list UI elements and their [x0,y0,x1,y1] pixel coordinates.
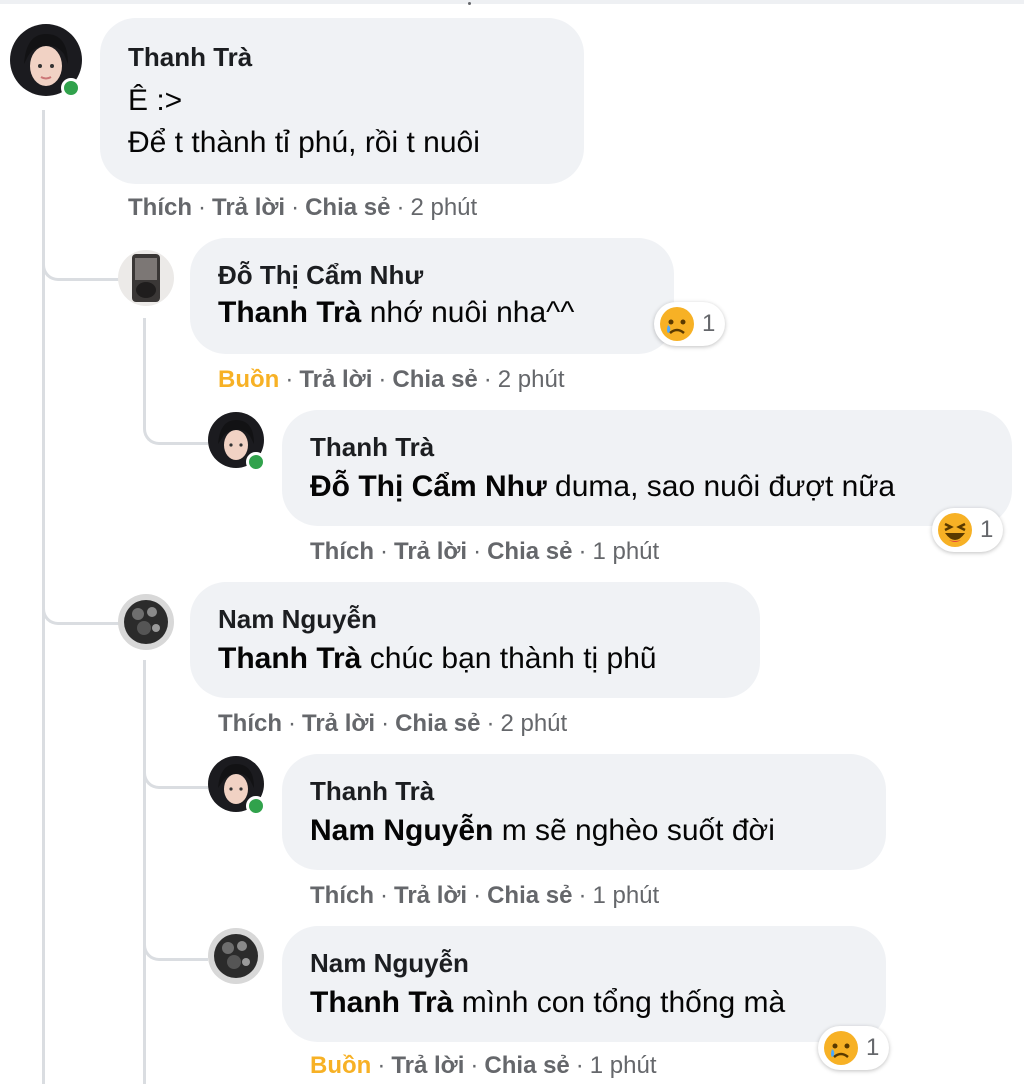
separator: · [285,366,294,393]
thread-connector [143,380,208,445]
online-status-icon [246,796,266,816]
comment-actions: Thích · Trả lời · Chia sẻ · 1 phút [310,882,659,910]
comment-text: Đỗ Thị Cẩm Như duma, sao nuôi đượt nữa [310,470,895,504]
share-button[interactable]: Chia sẻ [305,194,390,221]
comment-bubble [282,926,886,1042]
comment-text-content: nhớ nuôi nha^^ [361,296,575,329]
comment-text: Để t thành tỉ phú, rồi t nuôi [128,126,480,159]
share-button[interactable]: Chia sẻ [392,366,477,393]
mention-link[interactable]: Thanh Trà [218,296,361,329]
comment-actions: Thích · Trả lời · Chia sẻ · 2 phút [128,194,477,222]
comment-bubble [282,754,886,870]
share-button[interactable]: Chia sẻ [484,1052,569,1079]
reaction-summary[interactable]: 1 [818,1026,890,1070]
comment-author[interactable]: Thanh Trà [310,432,434,463]
separator: · [473,882,482,909]
share-button[interactable]: Chia sẻ [487,882,572,909]
comment-timestamp[interactable]: 1 phút [592,538,659,565]
reply-button[interactable]: Trả lời [302,710,375,737]
reply-button[interactable]: Trả lời [299,366,372,393]
separator: · [288,710,296,737]
separator: · [396,194,405,221]
separator: · [198,194,206,221]
reply-button[interactable]: Trả lời [394,538,467,565]
top-divider [0,0,1024,4]
reaction-button[interactable]: Buồn [218,366,279,393]
separator: · [380,538,388,565]
comment-timestamp[interactable]: 2 phút [498,366,565,393]
comment-timestamp[interactable]: 2 phút [500,710,567,737]
reaction-button[interactable]: Buồn [310,1052,371,1079]
comment-text: Ê :> [128,84,183,117]
separator: · [578,538,587,565]
reply-button[interactable]: Trả lời [394,882,467,909]
online-status-icon [246,452,266,472]
comment-timestamp[interactable]: 2 phút [410,194,477,221]
separator: · [291,194,300,221]
separator: · [377,1052,386,1079]
comment-actions: Buồn · Trả lời · Chia sẻ · 1 phút [310,1052,657,1080]
comment-author[interactable]: Nam Nguyễn [310,948,469,979]
comment-bubble [282,410,1012,526]
like-button[interactable]: Thích [128,194,192,221]
separator: · [486,710,495,737]
mention-link[interactable]: Thanh Trà [310,986,453,1019]
mention-link[interactable]: Nam Nguyễn [310,814,493,847]
thread-connector [42,210,121,281]
separator: · [483,366,492,393]
comment-text-content: mình con tổng thống mà [453,986,786,1019]
thread-connector [143,720,208,789]
reply-button[interactable]: Trả lời [391,1052,464,1079]
share-button[interactable]: Chia sẻ [487,538,572,565]
separator: · [473,538,482,565]
comment-author[interactable]: Đỗ Thị Cẩm Như [218,260,423,291]
comment-text-content: chúc bạn thành tị phũ [361,642,657,675]
mention-link[interactable]: Thanh Trà [218,642,361,675]
comment-actions: Thích · Trả lời · Chia sẻ · 1 phút [310,538,659,566]
reaction-count: 1 [702,310,716,337]
reaction-summary[interactable]: 1 [932,508,1004,552]
comment-text-content: duma, sao nuôi đượt nữa [546,470,896,503]
comment-author[interactable]: Thanh Trà [128,42,252,73]
separator: · [575,1052,584,1079]
comment-bubble [190,582,760,698]
comment-author[interactable]: Nam Nguyễn [218,604,377,635]
thread-connector [42,560,121,625]
reaction-count: 1 [866,1034,880,1061]
mention-link[interactable]: Đỗ Thị Cẩm Như [310,470,547,503]
divider-dot [468,2,471,5]
comment-actions: Buồn · Trả lời · Chia sẻ · 2 phút [218,366,565,394]
comment-text-content: m sẽ nghèo suốt đời [493,814,775,847]
separator: · [380,882,388,909]
reply-button[interactable]: Trả lời [212,194,285,221]
comment-timestamp[interactable]: 1 phút [590,1052,657,1079]
separator: · [578,882,587,909]
comment-author[interactable]: Thanh Trà [310,776,434,807]
like-button[interactable]: Thích [218,710,282,737]
avatar[interactable] [118,594,174,650]
haha-emoji-icon [938,513,972,547]
online-status-icon [61,78,81,98]
sad-emoji-icon [660,307,694,341]
share-button[interactable]: Chia sẻ [395,710,480,737]
separator: · [381,710,390,737]
separator: · [378,366,387,393]
reaction-count: 1 [980,516,994,543]
avatar[interactable] [208,928,264,984]
reaction-summary[interactable]: 1 [654,302,726,346]
separator: · [470,1052,479,1079]
like-button[interactable]: Thích [310,538,374,565]
comment-actions: Thích · Trả lời · Chia sẻ · 2 phút [218,710,567,738]
comment-text: Thanh Trà nhớ nuôi nha^^ [218,296,574,330]
like-button[interactable]: Thích [310,882,374,909]
avatar[interactable] [118,250,174,306]
thread-connector [143,890,208,961]
comment-text: Thanh Trà mình con tổng thống mà [310,986,785,1020]
comment-text: Nam Nguyễn m sẽ nghèo suốt đời [310,814,775,848]
sad-emoji-icon [824,1031,858,1065]
comment-timestamp[interactable]: 1 phút [592,882,659,909]
comment-text: Thanh Trà chúc bạn thành tị phũ [218,642,657,676]
